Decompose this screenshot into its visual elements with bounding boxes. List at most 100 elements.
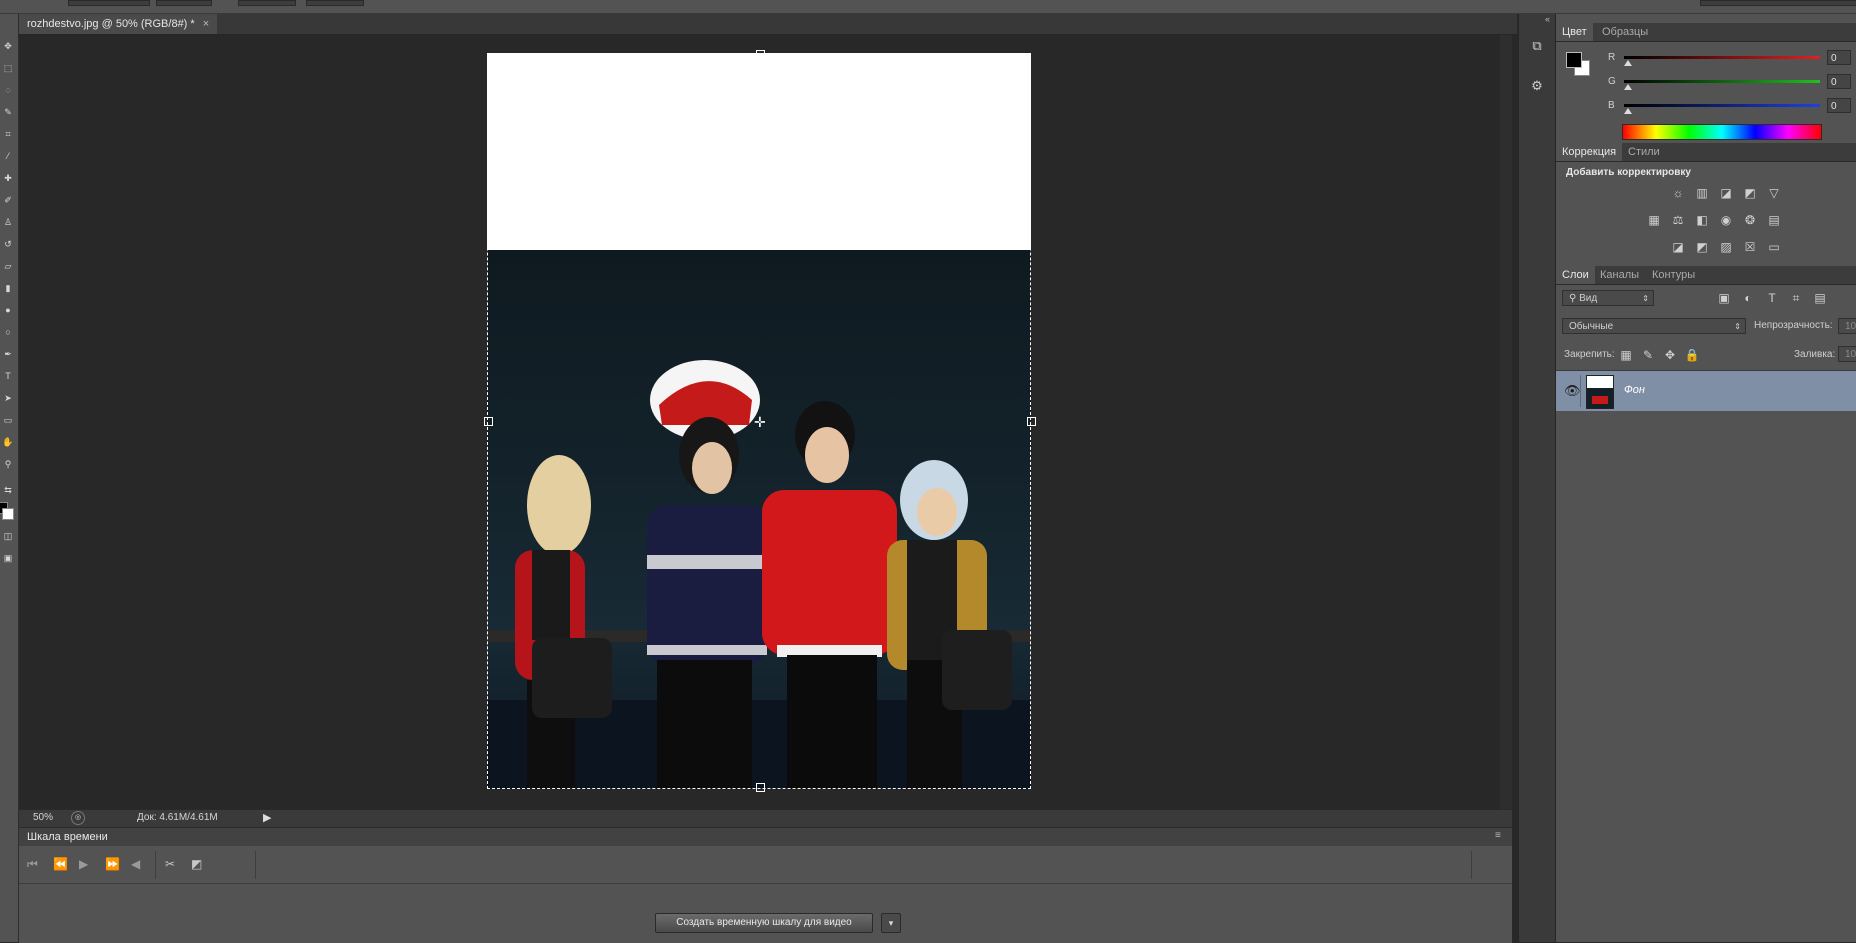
history-brush-tool-icon[interactable]: ↺ [2,238,14,250]
path-select-tool-icon[interactable]: ➤ [2,392,14,404]
selective-color-icon[interactable]: ☒ [1742,240,1758,254]
blend-mode-select[interactable]: Обычные ⇕ [1562,318,1746,334]
timeline-type-dropdown-icon[interactable]: ▾ [881,913,901,933]
workspace-switcher[interactable] [1700,0,1856,6]
quick-mask-icon[interactable]: ◫ [2,530,14,542]
filter-pixel-icon[interactable]: ▣ [1716,291,1732,305]
audio-toggle-icon[interactable]: ◀ [131,857,140,871]
exposure-icon[interactable]: ◩ [1742,186,1758,200]
close-tab-icon[interactable]: × [203,14,209,34]
option-field-1[interactable] [68,0,150,6]
slider-thumb-icon[interactable] [1624,60,1632,66]
transform-handle-left[interactable] [484,417,493,426]
dodge-tool-icon[interactable]: ○ [2,326,14,338]
option-field-2[interactable] [156,0,212,6]
create-video-timeline-button[interactable]: Создать временную шкалу для видео [655,913,873,933]
tab-adjustments[interactable]: Коррекция [1556,143,1623,161]
filter-adjustment-icon[interactable]: ◐ [1740,291,1756,305]
color-balance-icon[interactable]: ⚖ [1670,213,1686,227]
shape-tool-icon[interactable]: ▭ [2,414,14,426]
play-icon[interactable]: ▶ [79,857,88,871]
lock-position-icon[interactable]: ✥ [1662,348,1678,362]
zoom-tool-icon[interactable]: ⚲ [2,458,14,470]
brightness-contrast-icon[interactable]: ☼ [1670,186,1686,200]
tab-styles[interactable]: Стили [1622,143,1666,161]
screen-mode-icon[interactable]: ▣ [2,552,14,564]
stamp-tool-icon[interactable]: ♙ [2,216,14,228]
fill-value[interactable]: 100% [1838,346,1856,362]
invert-icon[interactable]: ◪ [1670,240,1686,254]
move-tool-icon[interactable]: ✥ [2,40,14,52]
layer-row[interactable]: 👁 Фон [1556,371,1856,411]
brush-tool-icon[interactable]: ✐ [2,194,14,206]
pen-tool-icon[interactable]: ✒ [2,348,14,360]
layer-filter-select[interactable]: ⚲ Вид ⇕ [1562,290,1654,306]
channel-g-slider[interactable] [1624,80,1820,83]
option-field-4[interactable] [306,0,364,6]
quick-select-tool-icon[interactable]: ✎ [2,106,14,118]
type-tool-icon[interactable]: T [2,370,14,382]
tab-channels[interactable]: Каналы [1594,266,1645,284]
go-to-first-frame-icon[interactable]: ⏮ [27,857,38,872]
tab-color[interactable]: Цвет [1556,23,1593,41]
document-tab[interactable]: rozhdestvo.jpg @ 50% (RGB/8#) * × [19,14,218,34]
timeline-panel-menu-icon[interactable]: ≡ [1495,830,1501,841]
hand-tool-icon[interactable]: ✋ [2,436,14,448]
option-field-3[interactable] [238,0,296,6]
threshold-icon[interactable]: ▨ [1718,240,1734,254]
photo-filter-icon[interactable]: ◉ [1718,213,1734,227]
channel-g-value[interactable]: 0 [1827,74,1851,89]
tab-paths[interactable]: Контуры [1646,266,1701,284]
gradient-tool-icon[interactable]: ▮ [2,282,14,294]
previous-frame-icon[interactable]: ⏪ [53,857,68,871]
status-menu-arrow-icon[interactable]: ▶ [263,811,271,824]
channel-r-slider[interactable] [1624,56,1820,59]
lock-all-icon[interactable]: 🔒 [1684,348,1700,362]
transform-handle-bottom[interactable] [756,783,765,792]
slider-thumb-icon[interactable] [1624,84,1632,90]
filter-type-icon[interactable]: T [1764,291,1780,305]
properties-panel-icon[interactable]: ⚙ [1527,76,1547,96]
vibrance-icon[interactable]: ▽ [1766,186,1782,200]
zoom-level[interactable]: 50% [33,812,53,823]
tab-swatches[interactable]: Образцы [1596,23,1654,41]
gradient-map-icon[interactable]: ▭ [1766,240,1782,254]
crop-tool-icon[interactable]: ⌗ [2,128,14,140]
lock-transparency-icon[interactable]: ▦ [1618,348,1634,362]
layer-name[interactable]: Фон [1624,384,1645,396]
next-frame-icon[interactable]: ⏩ [105,857,120,871]
swap-colors-icon[interactable]: ⇆ [2,484,14,496]
marquee-tool-icon[interactable]: ⬚ [2,62,14,74]
levels-icon[interactable]: ▥ [1694,186,1710,200]
lasso-tool-icon[interactable]: ◌ [2,84,14,96]
vertical-scrollbar[interactable] [1500,35,1512,809]
transform-handle-top[interactable] [756,50,765,59]
channel-b-value[interactable]: 0 [1827,98,1851,113]
blur-tool-icon[interactable]: ● [2,304,14,316]
channel-mixer-icon[interactable]: ❂ [1742,213,1758,227]
split-clip-scissors-icon[interactable]: ✂ [165,857,175,871]
healing-tool-icon[interactable]: ✚ [2,172,14,184]
history-panel-icon[interactable]: ⧉ [1527,36,1547,56]
slider-thumb-icon[interactable] [1624,108,1632,114]
transform-handle-right[interactable] [1027,417,1036,426]
transition-icon[interactable]: ◩ [191,857,202,871]
eraser-tool-icon[interactable]: ▱ [2,260,14,272]
curves-icon[interactable]: ◪ [1718,186,1734,200]
black-white-icon[interactable]: ◧ [1694,213,1710,227]
posterize-icon[interactable]: ◩ [1694,240,1710,254]
eyedropper-tool-icon[interactable]: ⁄ [2,150,14,162]
channel-r-value[interactable]: 0 [1827,50,1851,65]
collapse-panels-icon[interactable]: « [1545,14,1550,24]
channel-b-slider[interactable] [1624,104,1820,107]
hue-saturation-icon[interactable]: ▦ [1646,213,1662,227]
color-foreground-swatch[interactable] [1566,52,1582,68]
lock-image-pixels-icon[interactable]: ✎ [1640,348,1656,362]
tab-layers[interactable]: Слои [1556,266,1595,284]
filter-shape-icon[interactable]: ⌗ [1788,291,1804,305]
filter-smart-object-icon[interactable]: ▤ [1812,291,1828,305]
zoom-indicator-icon[interactable]: ◎ [71,811,85,825]
visibility-eye-icon[interactable]: 👁 [1564,383,1581,399]
color-lookup-icon[interactable]: ▤ [1766,213,1782,227]
opacity-value[interactable]: 100% [1838,318,1856,334]
